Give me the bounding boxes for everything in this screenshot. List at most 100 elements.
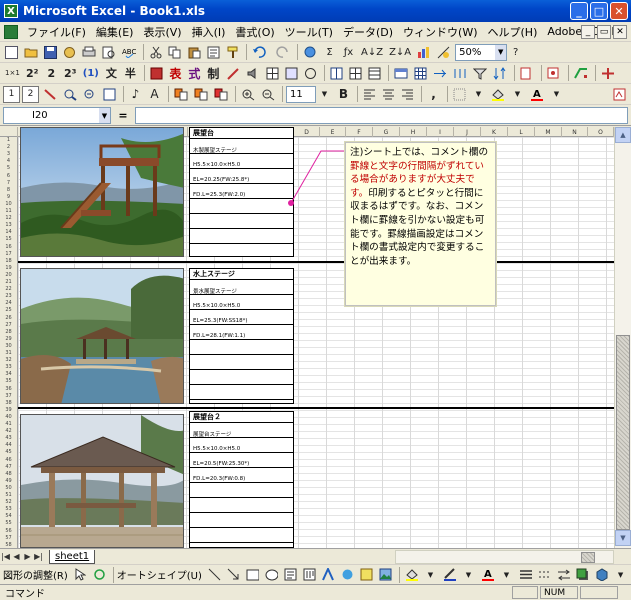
horizontal-scrollbar[interactable] [395,550,614,564]
border-style-icon[interactable] [518,65,536,82]
arrow-style-icon[interactable] [555,566,572,583]
rectangle-icon[interactable] [244,566,261,583]
save-icon[interactable] [42,44,59,61]
column-header[interactable]: E [320,127,346,137]
align-center-icon[interactable] [380,86,397,103]
row-header[interactable]: 26 [0,315,17,322]
paste-icon[interactable] [186,44,203,61]
font-size-select[interactable]: 11 [286,85,316,103]
row-header[interactable]: 21 [0,279,17,286]
chevron-down-icon[interactable]: ▼ [422,566,439,583]
row-header[interactable]: 29 [0,336,17,343]
row-header[interactable]: 36 [0,386,17,393]
spelling-icon[interactable]: ABC [120,44,138,61]
menu-insert[interactable]: 挿入(I) [187,24,231,40]
row-header[interactable]: 24 [0,300,17,307]
number-format-icon[interactable]: 1×1 [3,65,22,82]
row-header[interactable]: 25 [0,307,17,314]
sort-descending-icon[interactable]: Z↓A [387,44,413,61]
row-header[interactable]: 44 [0,442,17,449]
draw-menu[interactable]: 図形の調整(R) [3,567,68,582]
chevron-down-icon[interactable]: ▼ [470,86,487,103]
row-header[interactable]: 15 [0,236,17,243]
row-header[interactable]: 50 [0,485,17,492]
shadow-icon[interactable] [574,566,591,583]
menu-file[interactable]: ファイル(F) [22,24,91,40]
row-header[interactable]: 2 [0,144,17,151]
print-icon[interactable] [80,44,98,61]
column-header[interactable]: H [400,127,427,137]
table-grid-icon[interactable] [412,65,429,82]
column-header[interactable]: L [508,127,535,137]
table-tool-icon[interactable] [148,65,165,82]
chevron-down-icon[interactable]: ▼ [548,86,565,103]
scroll-up-icon[interactable]: ▲ [615,127,631,143]
row-header[interactable]: 28 [0,329,17,336]
cell-comment-box[interactable]: 注)シート上では、コメント欄の罫線と文字の行間隔がずれている場合がありますが大丈… [345,142,496,306]
text-a-icon[interactable]: A [146,86,163,103]
row-header[interactable]: 54 [0,513,17,520]
select-objects-icon[interactable] [72,566,89,583]
name-box[interactable]: I20 ▼ [3,107,111,124]
redo-icon[interactable] [272,44,292,61]
row-header[interactable]: 17 [0,251,17,258]
row-header[interactable]: 49 [0,478,17,485]
arrow-icon[interactable] [225,566,242,583]
row-header[interactable]: 3 [0,151,17,158]
dash-style-icon[interactable] [536,566,553,583]
autoshapes-menu[interactable]: オートシェイプ(U) [117,567,202,582]
zoom-in-icon[interactable] [239,86,257,103]
print-preview-icon[interactable] [100,44,118,61]
row-header[interactable]: 32 [0,357,17,364]
undo-icon[interactable] [250,44,270,61]
chevron-down-icon[interactable]: ▼ [316,86,333,103]
line-style-icon[interactable] [517,566,534,583]
fill-color-draw-icon[interactable] [403,566,420,583]
link-icon[interactable] [302,65,319,82]
control-icon[interactable]: 制 [205,65,222,82]
scroll-down-icon[interactable]: ▼ [615,530,631,546]
bold-button[interactable]: B [335,86,352,103]
vertical-scrollbar[interactable]: ▲ ▼ [614,127,631,548]
row-header[interactable]: 20 [0,272,17,279]
table-icon[interactable]: 表 [167,65,184,82]
fill-color-icon[interactable] [489,86,507,103]
sheet-index-1[interactable]: 1 [3,85,20,103]
filter-icon[interactable] [471,65,489,82]
align-right-icon[interactable] [399,86,416,103]
row-header[interactable]: 47 [0,464,17,471]
zoom-out-tool-icon[interactable] [81,86,99,103]
row-header[interactable]: 12 [0,215,17,222]
prev-sheet-icon[interactable]: ◀ [11,552,22,561]
doc-minimize-button[interactable]: _ [581,25,595,39]
row-header[interactable]: 10 [0,201,17,208]
photo-water-stage[interactable] [20,268,184,404]
photo-pavilion[interactable] [20,414,184,548]
row-header[interactable]: 53 [0,506,17,513]
row-header[interactable]: 34 [0,371,17,378]
textbox-icon[interactable] [282,566,299,583]
column-header[interactable]: M [535,127,562,137]
row-header[interactable]: 35 [0,378,17,385]
row-header[interactable]: 31 [0,350,17,357]
3d-icon[interactable] [593,566,610,583]
connect-icon[interactable] [572,65,590,82]
line-icon[interactable] [206,566,223,583]
speaker-icon[interactable] [244,65,262,82]
column-header[interactable]: D [294,127,320,137]
row-header[interactable]: 6 [0,173,17,180]
superscript-icon[interactable]: 2² [24,65,41,82]
row-header[interactable]: 16 [0,244,17,251]
help-icon[interactable]: ? [507,44,524,61]
circled-number-icon[interactable]: (1) [81,65,101,82]
row-header[interactable]: 23 [0,293,17,300]
full-width-icon[interactable]: 文 [103,65,120,82]
zoom-select[interactable]: 50% ▼ [455,43,508,61]
oval-icon[interactable] [263,566,280,583]
chevron-down-icon[interactable]: ▼ [495,44,507,60]
chart-wizard-icon[interactable] [415,44,433,61]
menu-edit[interactable]: 編集(E) [91,24,139,40]
diagram-icon[interactable] [339,566,356,583]
row-header[interactable]: 39 [0,407,17,414]
paste-cell-icon[interactable] [192,86,210,103]
